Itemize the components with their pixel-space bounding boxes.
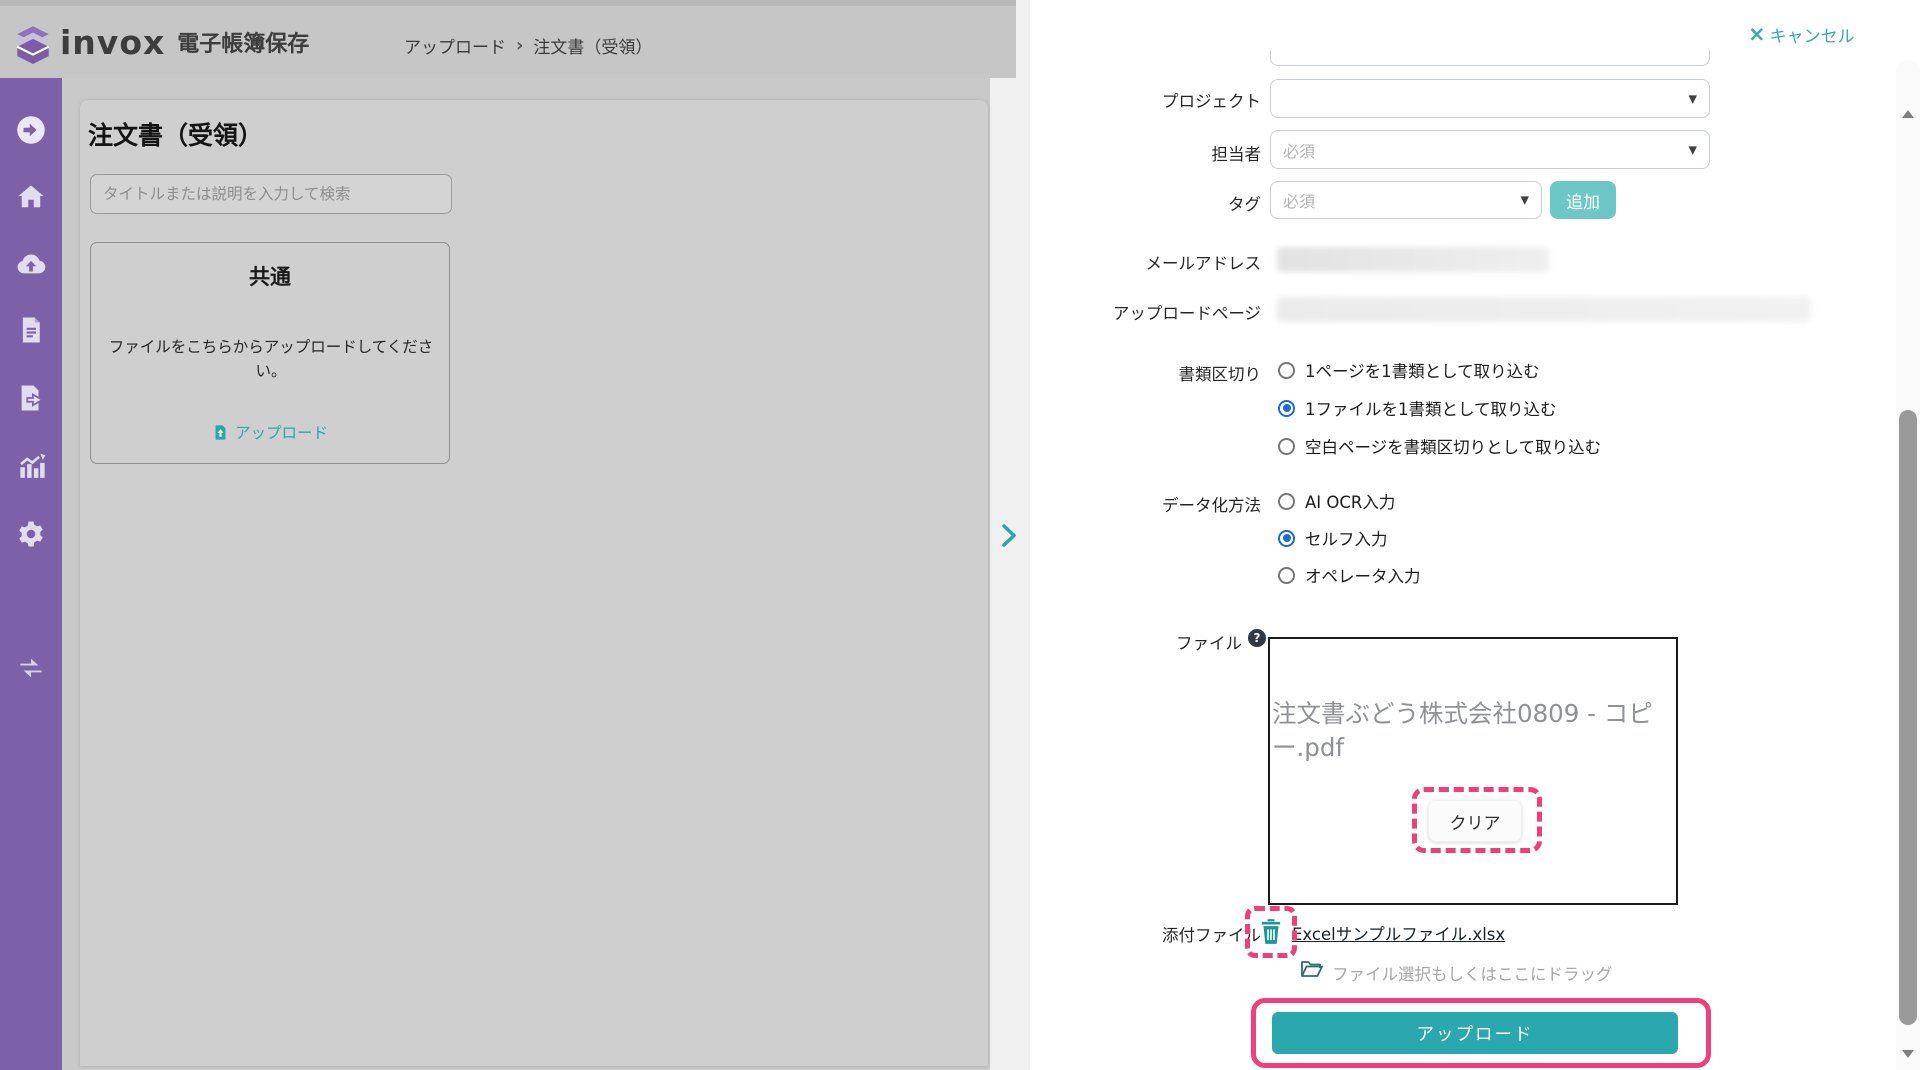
cancel-button[interactable]: × キャンセル — [1748, 22, 1855, 48]
help-question-icon[interactable]: ? — [1248, 629, 1266, 647]
project-select[interactable]: ▼ — [1270, 79, 1710, 118]
radio-icon — [1278, 437, 1295, 455]
cloud-upload-icon[interactable] — [16, 249, 46, 279]
breadcrumb-upload[interactable]: アップロード — [404, 33, 506, 58]
file-upload-icon — [215, 424, 226, 440]
radio-doc-per-file[interactable]: 1ファイルを1書類として取り込む — [1278, 396, 1557, 420]
email-label: メールアドレス — [1145, 254, 1262, 273]
project-label: プロジェクト — [1162, 92, 1261, 111]
radio-blank-page-separator[interactable]: 空白ページを書類区切りとして取り込む — [1278, 434, 1601, 458]
cancel-label: キャンセル — [1769, 27, 1855, 47]
add-tag-button[interactable]: 追加 — [1550, 181, 1616, 219]
chart-icon[interactable] — [16, 451, 46, 481]
home-icon[interactable] — [16, 181, 46, 211]
panel-collapse-strip — [990, 0, 1030, 1070]
email-value-redacted — [1277, 247, 1549, 272]
attachment-file-link[interactable]: Excelサンプルファイル.xlsx — [1292, 921, 1505, 945]
sidebar-nav — [0, 78, 62, 1070]
vertical-scrollbar[interactable] — [1896, 60, 1920, 1070]
page-title: 注文書（受領） — [88, 121, 264, 150]
chevron-down-icon: ▼ — [1688, 92, 1697, 105]
radio-icon — [1278, 361, 1295, 379]
invox-upload-page: invox 電子帳簿保存 アップロード › 注文書（受領） 注文書（受領） タイ… — [0, 0, 1920, 1070]
radio-icon — [1278, 399, 1295, 417]
common-upload-card: 共通 ファイルをこちらからアップロードしてください。 アップロード — [90, 242, 450, 464]
breadcrumb-separator-icon: › — [516, 34, 524, 56]
arrow-circle-right-icon[interactable] — [16, 115, 46, 145]
upload-page-value-redacted — [1277, 297, 1811, 322]
card-upload-link-label: アップロード — [234, 424, 328, 442]
logo-text: invox — [60, 22, 166, 62]
data-method-label: データ化方法 — [1162, 496, 1261, 515]
breadcrumb-current: 注文書（受領） — [533, 37, 653, 58]
folder-open-icon — [1300, 958, 1324, 980]
file-drop-hint[interactable]: ファイル選択もしくはここにドラッグ — [1332, 961, 1613, 985]
radio-icon — [1278, 566, 1295, 584]
chevron-down-icon: ▼ — [1688, 143, 1697, 156]
assignee-label: 担当者 — [1211, 145, 1262, 164]
common-card-description: ファイルをこちらからアップロードしてください。 — [108, 338, 434, 381]
radio-operator-input[interactable]: オペレータ入力 — [1278, 563, 1421, 587]
upload-submit-button[interactable]: アップロード — [1272, 1012, 1678, 1054]
tag-label: タグ — [1228, 195, 1261, 214]
selected-filename: 注文書ぶどう株式会社0809 - コピー.pdf — [1272, 699, 1653, 762]
attachment-label: 添付ファイル — [1162, 926, 1261, 945]
scrollbar-thumb[interactable] — [1899, 410, 1917, 1025]
file-dropzone[interactable]: 注文書ぶどう株式会社0809 - コピー.pdf — [1268, 637, 1678, 905]
upload-page-label: アップロードページ — [1112, 304, 1261, 323]
radio-ai-ocr[interactable]: AI OCR入力 — [1278, 489, 1395, 513]
tag-select[interactable]: 必須 ▼ — [1270, 181, 1542, 219]
radio-doc-per-page[interactable]: 1ページを1書類として取り込む — [1278, 358, 1540, 382]
expand-panel-chevron-icon[interactable] — [1002, 524, 1017, 547]
invox-logo-icon — [16, 26, 50, 64]
close-x-icon: × — [1748, 22, 1766, 46]
file-label: ファイル — [1176, 634, 1242, 653]
top-header-bar: invox 電子帳簿保存 アップロード › 注文書（受領） — [0, 0, 1016, 78]
partially-visible-field — [1270, 50, 1710, 66]
app-logo[interactable]: invox 電子帳簿保存 — [14, 20, 309, 64]
scroll-up-arrow-icon[interactable] — [1902, 110, 1914, 118]
radio-self-input[interactable]: セルフ入力 — [1278, 526, 1388, 550]
common-card-title: 共通 — [249, 265, 291, 289]
doc-separator-label: 書類区切り — [1178, 365, 1262, 384]
breadcrumb: アップロード › 注文書（受領） — [404, 6, 652, 84]
swap-arrows-icon[interactable] — [16, 653, 46, 683]
scroll-down-arrow-icon[interactable] — [1902, 1050, 1914, 1058]
assignee-placeholder: 必須 — [1283, 141, 1316, 161]
gear-icon[interactable] — [16, 519, 46, 549]
document-icon[interactable] — [16, 315, 46, 345]
card-upload-link[interactable]: アップロード — [91, 421, 449, 443]
tag-placeholder: 必須 — [1283, 192, 1316, 211]
clear-file-button[interactable]: クリア — [1428, 800, 1522, 842]
delete-attachment-trash-icon[interactable] — [1258, 917, 1284, 945]
logo-subtitle: 電子帳簿保存 — [177, 32, 310, 57]
document-type-card: 注文書（受領） 共通 ファイルをこちらからアップロードしてください。 アップロー… — [80, 100, 988, 1066]
radio-icon — [1278, 492, 1295, 510]
radio-icon — [1278, 529, 1295, 547]
chevron-down-icon: ▼ — [1520, 193, 1529, 207]
search-input[interactable] — [90, 174, 452, 214]
assignee-select[interactable]: 必須 ▼ — [1270, 130, 1710, 169]
file-export-icon[interactable] — [16, 383, 46, 413]
